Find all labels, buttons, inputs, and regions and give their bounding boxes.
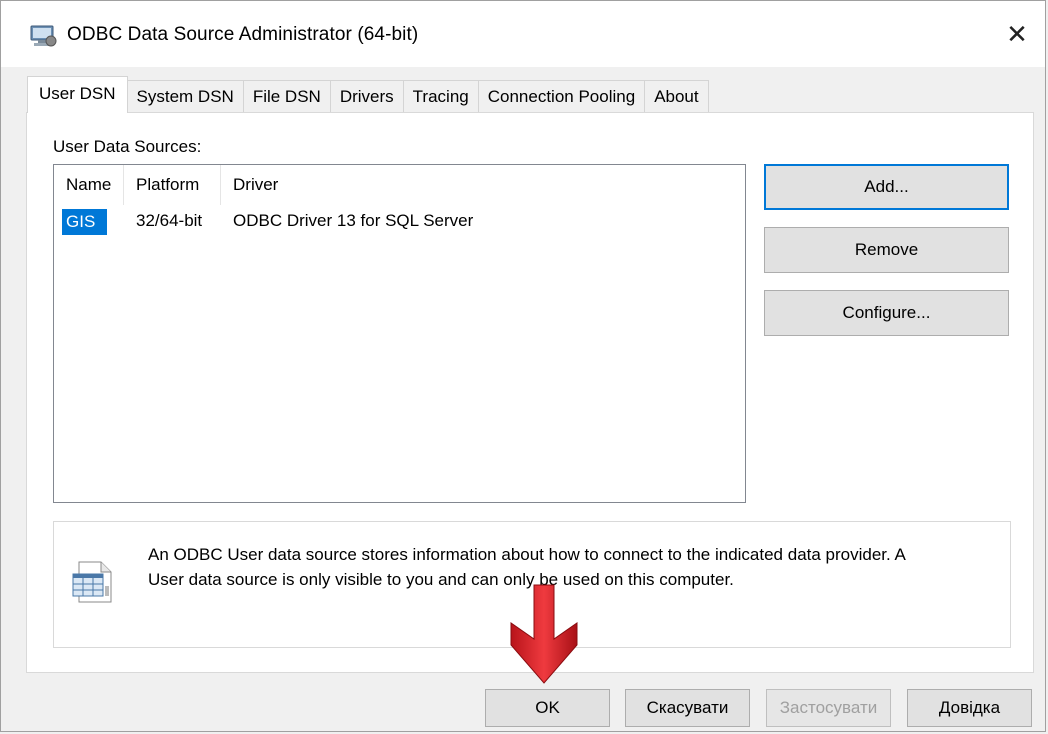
apply-button[interactable]: Застосувати [766, 689, 891, 727]
list-item[interactable]: GIS 32/64-bit ODBC Driver 13 for SQL Ser… [54, 207, 745, 235]
tab-connection-pooling[interactable]: Connection Pooling [477, 80, 646, 113]
user-data-sources-label: User Data Sources: [53, 137, 202, 156]
odbc-admin-window: ODBC Data Source Administrator (64-bit) … [0, 0, 1046, 732]
list-header: Name Platform Driver [54, 165, 745, 205]
tab-file-dsn[interactable]: File DSN [242, 80, 331, 113]
dsn-platform-cell: 32/64-bit [136, 211, 203, 230]
configure-button[interactable]: Configure... [764, 290, 1009, 336]
column-header-platform[interactable]: Platform [124, 165, 221, 205]
info-line-1: An ODBC User data source stores informat… [148, 545, 906, 564]
dsn-driver-cell: ODBC Driver 13 for SQL Server [233, 211, 474, 230]
help-button[interactable]: Довідка [907, 689, 1032, 727]
add-button[interactable]: Add... [764, 164, 1009, 210]
remove-button[interactable]: Remove [764, 227, 1009, 273]
tab-about[interactable]: About [644, 80, 709, 113]
odbc-app-icon [30, 25, 57, 47]
tab-system-dsn[interactable]: System DSN [126, 80, 244, 113]
tab-drivers[interactable]: Drivers [329, 80, 404, 113]
tab-tracing[interactable]: Tracing [402, 80, 479, 113]
annotation-arrow-down-icon [510, 584, 578, 684]
close-icon[interactable]: ✕ [1006, 19, 1028, 50]
tab-user-dsn[interactable]: User DSN [27, 76, 128, 113]
title-bar: ODBC Data Source Administrator (64-bit) … [1, 1, 1045, 67]
column-header-driver[interactable]: Driver [221, 165, 746, 205]
ok-button[interactable]: OK [485, 689, 610, 727]
dsn-name-cell[interactable]: GIS [62, 209, 107, 235]
column-header-name[interactable]: Name [54, 165, 124, 205]
tab-strip: User DSN System DSN File DSN Drivers Tra… [27, 76, 709, 113]
window-title: ODBC Data Source Administrator (64-bit) [67, 24, 419, 45]
cancel-button[interactable]: Скасувати [625, 689, 750, 727]
close-button[interactable]: ✕ [989, 1, 1045, 67]
data-sources-list[interactable]: Name Platform Driver GIS 32/64-bit ODBC … [53, 164, 746, 503]
data-source-info-icon [72, 561, 112, 603]
